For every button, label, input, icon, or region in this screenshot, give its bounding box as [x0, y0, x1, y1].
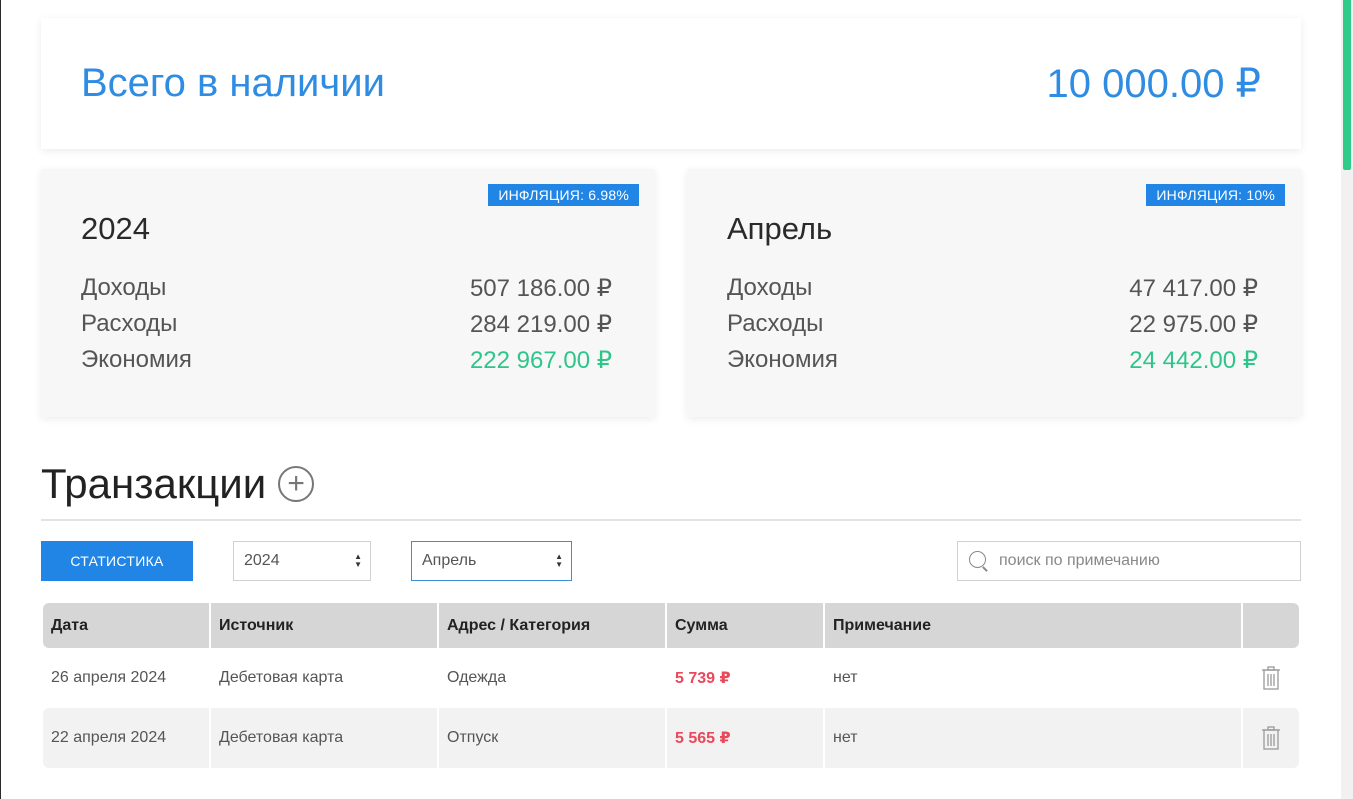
year-select[interactable]: 2024 ▲ ▼	[233, 541, 371, 581]
expense-value: 22 975.00 ₽	[1129, 311, 1258, 338]
year-summary-heading: 2024	[81, 211, 150, 246]
row-category: Отпуск	[439, 708, 667, 768]
total-balance-title: Всего в наличии	[81, 61, 385, 105]
month-select[interactable]: Апрель ▲ ▼	[411, 541, 572, 581]
savings-row: Экономия 222 967.00 ₽	[81, 346, 612, 375]
delete-button[interactable]	[1243, 708, 1299, 768]
column-header-actions	[1243, 603, 1299, 648]
search-icon	[968, 550, 990, 572]
row-amount: 5 565 ₽	[667, 708, 825, 768]
row-date: 26 апреля 2024	[43, 648, 211, 708]
page-title: Транзакции	[41, 460, 267, 507]
row-source: Дебетовая карта	[211, 648, 439, 708]
inflation-badge: ИНФЛЯЦИЯ: 6.98%	[488, 184, 639, 206]
row-source: Дебетовая карта	[211, 708, 439, 768]
select-arrows-icon: ▲ ▼	[354, 552, 362, 569]
month-select-value: Апрель	[422, 552, 477, 569]
row-note: нет	[825, 648, 1243, 708]
income-label: Доходы	[727, 274, 813, 301]
statistics-button[interactable]: СТАТИСТИКА	[41, 541, 193, 581]
transactions-table: Дата Источник Адрес / Категория Сумма Пр…	[43, 603, 1299, 768]
column-header-date[interactable]: Дата	[43, 603, 211, 648]
row-date: 22 апреля 2024	[43, 708, 211, 768]
expense-row: Расходы 22 975.00 ₽	[727, 310, 1258, 339]
year-select-value: 2024	[244, 552, 280, 569]
income-label: Доходы	[81, 274, 167, 301]
inflation-badge: ИНФЛЯЦИЯ: 10%	[1146, 184, 1285, 206]
income-row: Доходы 47 417.00 ₽	[727, 274, 1258, 303]
trash-icon	[1261, 726, 1281, 750]
row-note: нет	[825, 708, 1243, 768]
divider	[41, 519, 1301, 521]
total-balance-card: Всего в наличии 10 000.00 ₽	[41, 18, 1301, 149]
search-input[interactable]	[999, 552, 1279, 570]
year-summary-card: ИНФЛЯЦИЯ: 6.98% 2024 Доходы 507 186.00 ₽…	[41, 169, 655, 417]
row-category: Одежда	[439, 648, 667, 708]
expense-row: Расходы 284 219.00 ₽	[81, 310, 612, 339]
savings-label: Экономия	[81, 346, 192, 373]
savings-label: Экономия	[727, 346, 838, 373]
expense-label: Расходы	[81, 310, 178, 337]
total-balance-amount: 10 000.00 ₽	[1046, 61, 1261, 106]
table-header: Дата Источник Адрес / Категория Сумма Пр…	[43, 603, 1299, 648]
scrollbar-thumb[interactable]	[1343, 0, 1351, 170]
month-summary-heading: Апрель	[727, 211, 833, 246]
scrollbar[interactable]	[1341, 0, 1353, 799]
select-arrows-icon: ▲ ▼	[555, 552, 563, 569]
row-amount: 5 739 ₽	[667, 648, 825, 708]
note-search[interactable]	[957, 541, 1301, 581]
savings-row: Экономия 24 442.00 ₽	[727, 346, 1258, 375]
expense-label: Расходы	[727, 310, 824, 337]
income-row: Доходы 507 186.00 ₽	[81, 274, 612, 303]
column-header-note[interactable]: Примечание	[825, 603, 1243, 648]
table-row[interactable]: 26 апреля 2024 Дебетовая карта Одежда 5 …	[43, 648, 1299, 708]
trash-icon	[1261, 666, 1281, 690]
transactions-header: Транзакции +	[41, 460, 315, 508]
income-value: 47 417.00 ₽	[1129, 275, 1258, 302]
column-header-category[interactable]: Адрес / Категория	[439, 603, 667, 648]
add-transaction-button[interactable]: +	[278, 466, 315, 502]
month-summary-card: ИНФЛЯЦИЯ: 10% Апрель Доходы 47 417.00 ₽ …	[687, 169, 1301, 417]
delete-button[interactable]	[1243, 648, 1299, 708]
table-row[interactable]: 22 апреля 2024 Дебетовая карта Отпуск 5 …	[43, 708, 1299, 768]
plus-icon: +	[287, 467, 305, 500]
column-header-amount[interactable]: Сумма	[667, 603, 825, 648]
expense-value: 284 219.00 ₽	[469, 311, 612, 338]
savings-value: 24 442.00 ₽	[1129, 347, 1258, 374]
column-header-source[interactable]: Источник	[211, 603, 439, 648]
window-edge	[0, 0, 1, 799]
income-value: 507 186.00 ₽	[469, 275, 612, 302]
savings-value: 222 967.00 ₽	[469, 347, 612, 374]
